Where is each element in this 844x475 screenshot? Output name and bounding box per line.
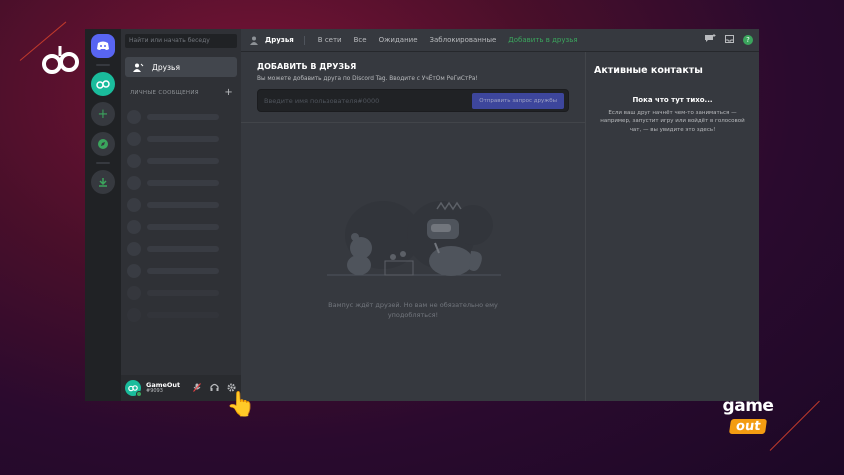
active-now-empty-title: Пока что тут тихо... — [632, 96, 713, 104]
tab-pending[interactable]: Ожидание — [373, 33, 424, 47]
friends-icon — [133, 63, 144, 72]
avatar[interactable] — [125, 380, 142, 397]
add-friend-form: Введите имя пользователя#0000 Отправить … — [257, 89, 569, 112]
conversation-search[interactable]: Найти или начать беседу — [125, 34, 237, 48]
active-now-title: Активные контакты — [594, 65, 703, 76]
compass-icon — [98, 139, 108, 149]
deafen-button[interactable] — [208, 383, 220, 393]
status-online-indicator — [136, 391, 142, 397]
dm-header-label: ЛИЧНЫЕ СООБЩЕНИЯ — [130, 89, 199, 96]
empty-state-line: Вампус ждёт друзей. Но вам не обязательн… — [328, 301, 498, 309]
user-info[interactable]: GameOut #9093 — [146, 382, 186, 395]
dm-placeholder — [127, 216, 235, 238]
mic-muted-icon — [193, 382, 201, 392]
page-title: Друзья — [250, 35, 305, 45]
channel-logo — [42, 46, 79, 74]
tab-all[interactable]: Все — [348, 33, 373, 47]
sidebar-item-label: Друзья — [152, 62, 180, 72]
new-group-dm-icon — [705, 34, 716, 42]
tab-blocked[interactable]: Заблокированные — [424, 33, 503, 47]
server-icon[interactable] — [91, 72, 115, 96]
discord-window: + Найти или начать беседу Друзья ЛИЧНЫЕ … — [85, 29, 759, 401]
dm-placeholder — [127, 304, 235, 326]
dm-placeholder — [127, 172, 235, 194]
plus-icon: + — [97, 106, 109, 122]
tab-add-friend[interactable]: Добавить в друзья — [502, 33, 583, 47]
add-friend-section: ДОБАВИТЬ В ДРУЗЬЯ Вы можете добавить дру… — [241, 52, 585, 112]
home-button[interactable] — [91, 34, 115, 58]
server-list: + — [85, 29, 121, 401]
dm-placeholder — [127, 150, 235, 172]
dm-placeholder — [127, 282, 235, 304]
tab-online[interactable]: В сети — [312, 33, 348, 47]
active-now-empty-desc: Если ваш друг начнёт чем-то заниматься —… — [600, 110, 745, 133]
user-panel: GameOut #9093 — [121, 375, 241, 401]
empty-state-text: Вампус ждёт друзей. Но вам не обязательн… — [241, 301, 585, 321]
download-apps-button[interactable] — [91, 170, 115, 194]
mute-mic-button[interactable] — [191, 382, 203, 394]
download-icon — [99, 178, 107, 187]
inbox-button[interactable] — [725, 34, 734, 46]
dm-placeholder — [127, 238, 235, 260]
server-separator — [96, 162, 110, 164]
inbox-icon — [725, 34, 734, 43]
main-area: Друзья В сети Все Ожидание Заблокированн… — [241, 29, 759, 401]
add-friend-content: ДОБАВИТЬ В ДРУЗЬЯ Вы можете добавить дру… — [241, 52, 585, 401]
username-input[interactable]: Введите имя пользователя#0000 — [264, 97, 472, 105]
user-tag: #9093 — [146, 388, 163, 395]
pointer-hand-icon: 👆 — [226, 390, 256, 418]
server-logo-icon — [96, 80, 110, 89]
empty-state: Вампус ждёт друзей. Но вам не обязательн… — [241, 123, 585, 401]
dm-sidebar: Найти или начать беседу Друзья ЛИЧНЫЕ СО… — [121, 29, 241, 401]
friends-toolbar: Друзья В сети Все Ожидание Заблокированн… — [241, 29, 759, 52]
create-dm-button[interactable]: + — [224, 87, 233, 98]
dm-list — [121, 102, 241, 375]
section-title: ДОБАВИТЬ В ДРУЗЬЯ — [257, 62, 357, 71]
logo-line-2: out — [728, 419, 768, 434]
sidebar-item-friends[interactable]: Друзья — [125, 57, 237, 77]
headphones-icon — [209, 383, 219, 391]
empty-state-line: уподобляться! — [387, 310, 439, 319]
dm-placeholder — [127, 194, 235, 216]
wumpus-illustration — [327, 201, 501, 276]
explore-servers-button[interactable] — [91, 132, 115, 156]
dm-placeholder — [127, 260, 235, 282]
help-button[interactable]: ? — [743, 35, 753, 45]
dm-header: ЛИЧНЫЕ СООБЩЕНИЯ + — [121, 77, 241, 102]
logo-line-1: game — [722, 396, 774, 416]
help-icon: ? — [746, 36, 750, 44]
page-title-text: Друзья — [265, 36, 294, 44]
section-description: Вы можете добавить друга по Discord Tag.… — [257, 76, 478, 82]
add-server-button[interactable]: + — [91, 102, 115, 126]
dm-placeholder — [127, 128, 235, 150]
server-separator — [96, 64, 110, 66]
dm-placeholder — [127, 106, 235, 128]
new-group-dm-button[interactable] — [705, 34, 716, 46]
discord-icon — [97, 41, 109, 50]
toolbar-icons: ? — [705, 34, 759, 46]
active-now-panel: Активные контакты Пока что тут тихо... Е… — [585, 52, 759, 401]
send-request-button[interactable]: Отправить запрос дружбы — [472, 92, 564, 109]
friends-body: ДОБАВИТЬ В ДРУЗЬЯ Вы можете добавить дру… — [241, 52, 759, 401]
gameout-logo: game out — [713, 398, 783, 434]
friends-icon — [250, 36, 258, 45]
